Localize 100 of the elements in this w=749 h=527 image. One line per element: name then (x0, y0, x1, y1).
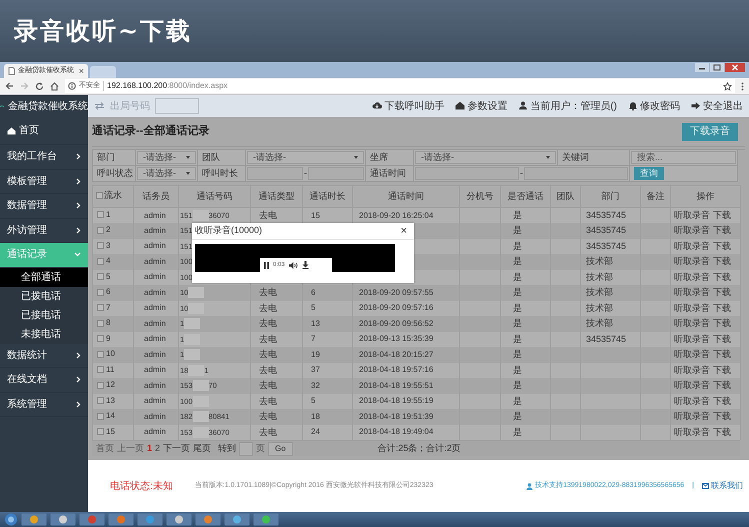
row-checkbox[interactable] (97, 258, 104, 264)
action-link[interactable]: 下载 (713, 224, 731, 238)
action-link[interactable]: 听取录音 (674, 317, 710, 330)
action-link[interactable]: 下载 (713, 410, 731, 424)
sidebar-subitem[interactable]: 未接电话 (0, 324, 88, 344)
row-checkbox[interactable] (97, 226, 104, 234)
dropdown-arrow-icon (546, 156, 550, 159)
dropdown[interactable]: -请选择- (247, 151, 364, 164)
table-cell: 5 (311, 396, 316, 406)
star-icon[interactable] (723, 82, 732, 90)
action-link[interactable]: 下载 (713, 240, 731, 253)
download-recording-button[interactable]: 下载录音 (682, 122, 738, 140)
pause-icon[interactable] (264, 262, 269, 268)
maximize-icon[interactable] (710, 63, 724, 72)
row-checkbox[interactable] (97, 242, 104, 249)
taskbar-app-icon[interactable] (137, 513, 163, 526)
action-link[interactable]: 下载 (713, 317, 731, 330)
taskbar-app-icon[interactable] (253, 513, 279, 526)
dropdown[interactable]: -请选择- (415, 151, 556, 164)
page-number-link[interactable]: 2 (155, 442, 160, 456)
home-icon[interactable] (50, 82, 59, 90)
action-link[interactable]: 下载 (713, 286, 731, 300)
top-bar-link[interactable]: 修改密码 (628, 98, 680, 114)
action-link[interactable]: 听取录音 (674, 240, 710, 253)
action-link[interactable]: 听取录音 (674, 348, 710, 362)
table-cell: 13 (311, 318, 320, 328)
top-bar-link[interactable]: 下载呼叫助手 (372, 98, 444, 114)
close-tab-icon[interactable]: × (78, 66, 84, 76)
search-button[interactable]: 查询 (634, 167, 664, 180)
trunk-number-field[interactable] (155, 98, 199, 114)
taskbar-app-icon[interactable] (224, 513, 250, 526)
row-checkbox[interactable] (97, 320, 104, 326)
action-link[interactable]: 听取录音 (674, 410, 710, 424)
row-checkbox[interactable] (97, 366, 104, 373)
top-bar-link[interactable]: 当前用户：管理员() (518, 98, 617, 114)
contact-link[interactable]: 联系我们 (702, 480, 743, 492)
action-link[interactable]: 下载 (713, 426, 731, 439)
action-link[interactable]: 听取录音 (674, 364, 710, 377)
minimize-icon[interactable] (695, 63, 709, 72)
row-checkbox[interactable] (97, 288, 104, 296)
action-link[interactable]: 听取录音 (674, 286, 710, 300)
pager-link[interactable]: 上一页 (117, 442, 144, 456)
table-cell: 去电 (259, 364, 277, 374)
row-checkbox[interactable] (97, 382, 104, 388)
forward-icon[interactable] (20, 82, 29, 90)
action-link[interactable]: 听取录音 (674, 255, 710, 268)
sidebar-subitem[interactable]: 已拨电话 (0, 286, 88, 306)
volume-icon[interactable] (288, 262, 298, 268)
dropdown[interactable]: -请选择- (137, 167, 196, 180)
pager-link[interactable]: 下一页 (163, 442, 190, 456)
dropdown[interactable]: -请选择- (137, 151, 196, 164)
page-number-field[interactable] (239, 442, 254, 456)
action-link[interactable]: 听取录音 (674, 302, 710, 315)
taskbar-app-icon[interactable] (50, 513, 76, 526)
go-button[interactable]: Go (268, 442, 293, 456)
taskbar-app-icon[interactable] (166, 513, 192, 526)
action-link[interactable]: 下载 (713, 332, 731, 346)
action-link[interactable]: 下载 (713, 255, 731, 268)
select-all-checkbox[interactable] (96, 192, 103, 200)
close-button[interactable]: × (400, 226, 407, 236)
row-checkbox[interactable] (97, 335, 104, 342)
reload-icon[interactable] (35, 82, 44, 90)
action-link[interactable]: 听取录音 (674, 426, 710, 439)
sidebar-subitem[interactable]: 全部通话 (0, 268, 88, 286)
action-link[interactable]: 下载 (713, 270, 731, 284)
action-link[interactable]: 下载 (713, 348, 731, 362)
sidebar-subitem[interactable]: 已接电话 (0, 306, 88, 324)
top-bar-link[interactable]: 参数设置 (455, 98, 508, 114)
new-tab-button[interactable] (90, 66, 116, 78)
pager-link[interactable]: 首页 (96, 442, 114, 456)
table-cell: 2018-09-20 09:57:16 (359, 303, 434, 312)
row-checkbox[interactable] (97, 397, 104, 404)
close-icon[interactable] (725, 63, 745, 72)
action-link[interactable]: 听取录音 (674, 332, 710, 346)
action-link[interactable]: 下载 (713, 208, 731, 222)
menu-icon[interactable] (741, 82, 744, 90)
action-link[interactable]: 听取录音 (674, 224, 710, 238)
top-bar-link[interactable]: 安全退出 (691, 98, 743, 114)
action-link[interactable]: 下载 (713, 364, 731, 377)
action-link[interactable]: 听取录音 (674, 208, 710, 222)
back-icon[interactable] (5, 82, 14, 90)
row-checkbox[interactable] (97, 304, 104, 311)
row-checkbox[interactable] (97, 412, 104, 420)
row-checkbox[interactable] (97, 211, 104, 218)
start-orb-icon[interactable] (4, 513, 18, 526)
row-checkbox[interactable] (97, 273, 104, 280)
action-link[interactable]: 下载 (713, 394, 731, 408)
taskbar-app-icon[interactable] (21, 513, 47, 526)
action-link[interactable]: 听取录音 (674, 394, 710, 408)
action-link[interactable]: 下载 (713, 379, 731, 392)
action-link[interactable]: 听取录音 (674, 379, 710, 392)
taskbar-app-icon[interactable] (108, 513, 134, 526)
action-link[interactable]: 下载 (713, 302, 731, 315)
download-icon[interactable] (302, 261, 309, 269)
row-checkbox[interactable] (97, 428, 104, 435)
taskbar-app-icon[interactable] (195, 513, 221, 526)
keyword-field[interactable]: 搜索... (631, 151, 736, 164)
pager-link[interactable]: 尾页 (193, 442, 212, 456)
action-link[interactable]: 听取录音 (674, 270, 710, 284)
row-checkbox[interactable] (97, 350, 104, 358)
